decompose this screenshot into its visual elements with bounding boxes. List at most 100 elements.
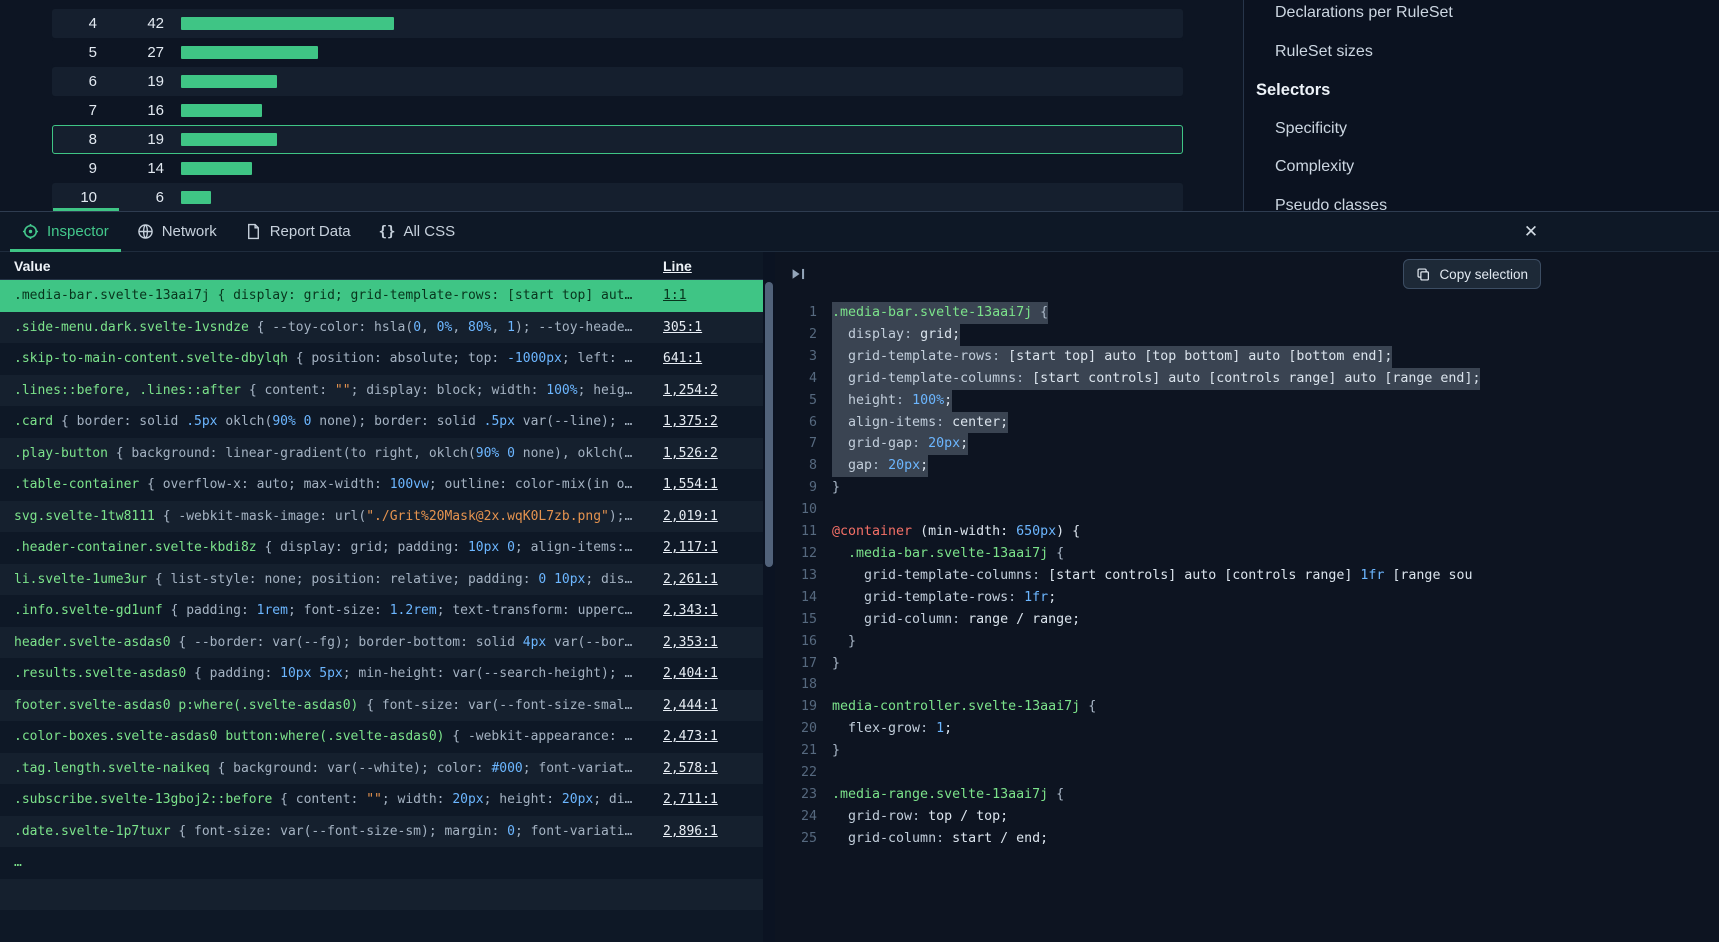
table-row[interactable]: .header-container.svelte-kbdi8z { displa… <box>0 532 763 564</box>
table-row[interactable]: header.svelte-asdas0 { --border: var(--f… <box>0 627 763 659</box>
line-link[interactable]: 2,353:1 <box>663 635 718 650</box>
column-header-line[interactable]: Line <box>663 258 763 274</box>
tab-inspector[interactable]: Inspector <box>8 212 123 251</box>
table-row[interactable]: li.svelte-1ume3ur { list-style: none; po… <box>0 564 763 596</box>
inspector-panel: InspectorNetworkReport Data{}All CSS ✕ V… <box>0 211 1719 942</box>
chart-row[interactable]: 619 <box>52 67 1183 96</box>
side-menu-item-selectors[interactable]: Selectors <box>1244 71 1719 110</box>
line-link[interactable]: 1,554:1 <box>663 477 718 492</box>
code-line: 8 gap: 20px; <box>775 455 1719 477</box>
table-scrollbar[interactable] <box>763 252 775 942</box>
line-link[interactable]: 2,578:1 <box>663 761 718 776</box>
table-row[interactable]: .media-bar.svelte-13aai7j { display: gri… <box>0 280 763 312</box>
line-link[interactable]: 2,473:1 <box>663 729 718 744</box>
close-icon: ✕ <box>1524 222 1538 241</box>
close-button[interactable]: ✕ <box>1513 212 1549 252</box>
line-number: 7 <box>775 433 832 455</box>
line-number: 11 <box>775 521 832 543</box>
braces-icon: {} <box>379 224 396 240</box>
code-line: 14 grid-template-rows: 1fr; <box>775 587 1719 609</box>
table-row[interactable]: .results.svelte-asdas0 { padding: 10px 5… <box>0 658 763 690</box>
chart-bar <box>181 162 252 175</box>
side-menu-item-declarations-per-ruleset[interactable]: Declarations per RuleSet <box>1244 0 1719 33</box>
line-link[interactable]: 2,711:1 <box>663 792 718 807</box>
tab-all-css[interactable]: {}All CSS <box>365 212 470 251</box>
code-line: 2 display: grid; <box>775 324 1719 346</box>
line-link[interactable]: 1:1 <box>663 288 686 303</box>
table-row[interactable]: .table-container { overflow-x: auto; max… <box>0 469 763 501</box>
chart-row-value: 19 <box>97 73 164 90</box>
tabs: InspectorNetworkReport Data{}All CSS <box>8 212 469 251</box>
line-number: 12 <box>775 543 832 565</box>
chart-row-label: 9 <box>53 160 97 177</box>
side-menu-item-complexity[interactable]: Complexity <box>1244 148 1719 187</box>
tab-report-data[interactable]: Report Data <box>231 212 365 251</box>
line-link[interactable]: 2,261:1 <box>663 572 718 587</box>
code-line: 20 flex-grow: 1; <box>775 718 1719 740</box>
line-link[interactable]: 641:1 <box>663 351 702 366</box>
tab-network[interactable]: Network <box>123 212 231 251</box>
copy-selection-label: Copy selection <box>1439 267 1528 282</box>
code-line: 3 grid-template-rows: [start top] auto [… <box>775 346 1719 368</box>
chart-bar <box>181 75 277 88</box>
chart-bar <box>181 133 277 146</box>
table-row[interactable]: .skip-to-main-content.svelte-dbylqh { po… <box>0 343 763 375</box>
rule-value: .media-bar.svelte-13aai7j { display: gri… <box>0 288 663 303</box>
line-link[interactable]: 1,375:2 <box>663 414 718 429</box>
scrollbar-thumb[interactable] <box>765 282 773 567</box>
code-text: .media-bar.svelte-13aai7j { <box>832 543 1064 565</box>
table-row[interactable]: .tag.length.svelte-naikeq { background: … <box>0 753 763 785</box>
line-number: 2 <box>775 324 832 346</box>
chart-row-value: 16 <box>97 102 164 119</box>
panel-toggle-button[interactable] <box>787 262 811 286</box>
line-link[interactable]: 2,404:1 <box>663 666 718 681</box>
table-row[interactable]: .info.svelte-gd1unf { padding: 1rem; fon… <box>0 595 763 627</box>
code-area[interactable]: 1.media-bar.svelte-13aai7j {2 display: g… <box>775 296 1719 850</box>
chart-row[interactable]: 819 <box>52 125 1183 154</box>
line-link[interactable]: 2,444:1 <box>663 698 718 713</box>
table-row[interactable]: .lines::before, .lines::after { content:… <box>0 375 763 407</box>
line-link[interactable]: 1,254:2 <box>663 383 718 398</box>
table-row[interactable]: .side-menu.dark.svelte-1vsndze { --toy-c… <box>0 312 763 344</box>
line-number: 15 <box>775 609 832 631</box>
side-menu-item-specificity[interactable]: Specificity <box>1244 110 1719 149</box>
chart-row[interactable]: 716 <box>52 96 1183 125</box>
table-row[interactable]: svg.svelte-1tw8111 { -webkit-mask-image:… <box>0 501 763 533</box>
panel-toggle-icon <box>789 265 809 283</box>
code-text: } <box>832 477 840 499</box>
code-text: gap: 20px; <box>832 455 928 477</box>
rule-value: .table-container { overflow-x: auto; max… <box>0 477 663 492</box>
chart-row[interactable]: 106 <box>52 183 1183 211</box>
copy-selection-button[interactable]: Copy selection <box>1403 259 1541 289</box>
chart-row[interactable]: 914 <box>52 154 1183 183</box>
side-menu-item-pseudo-classes[interactable]: Pseudo classes <box>1244 187 1719 212</box>
code-line: 22 <box>775 762 1719 784</box>
line-link[interactable]: 1,526:2 <box>663 446 718 461</box>
table-row[interactable]: .color-boxes.svelte-asdas0 button:where(… <box>0 721 763 753</box>
line-link[interactable]: 2,343:1 <box>663 603 718 618</box>
code-line: 13 grid-template-columns: [start control… <box>775 565 1719 587</box>
chart-row[interactable]: 442 <box>52 9 1183 38</box>
column-header-value: Value <box>0 258 663 274</box>
code-line: 11@container (min-width: 650px) { <box>775 521 1719 543</box>
side-menu-item-ruleset-sizes[interactable]: RuleSet sizes <box>1244 33 1719 72</box>
rule-value: .color-boxes.svelte-asdas0 button:where(… <box>0 729 663 744</box>
line-link[interactable]: 2,896:1 <box>663 824 718 839</box>
rule-value: .side-menu.dark.svelte-1vsndze { --toy-c… <box>0 320 663 335</box>
table-row[interactable]: .subscribe.svelte-13gboj2::before { cont… <box>0 784 763 816</box>
table-row[interactable]: footer.svelte-asdas0 p:where(.svelte-asd… <box>0 690 763 722</box>
report-icon <box>245 223 262 240</box>
rule-value: .tag.length.svelte-naikeq { background: … <box>0 761 663 776</box>
chart-row[interactable]: 527 <box>52 38 1183 67</box>
table-row[interactable]: .card { border: solid .5px oklch(90% 0 n… <box>0 406 763 438</box>
copy-icon <box>1416 267 1431 282</box>
table-row[interactable]: .date.svelte-1p7tuxr { font-size: var(--… <box>0 816 763 848</box>
line-link[interactable]: 305:1 <box>663 320 702 335</box>
table-row[interactable]: .play-button { background: linear-gradie… <box>0 438 763 470</box>
rule-value: footer.svelte-asdas0 p:where(.svelte-asd… <box>0 698 663 713</box>
line-link[interactable]: 2,117:1 <box>663 540 718 555</box>
chart-row-value: 42 <box>97 15 164 32</box>
table-header: Value Line <box>0 252 763 280</box>
line-link[interactable]: 2,019:1 <box>663 509 718 524</box>
line-number: 22 <box>775 762 832 784</box>
